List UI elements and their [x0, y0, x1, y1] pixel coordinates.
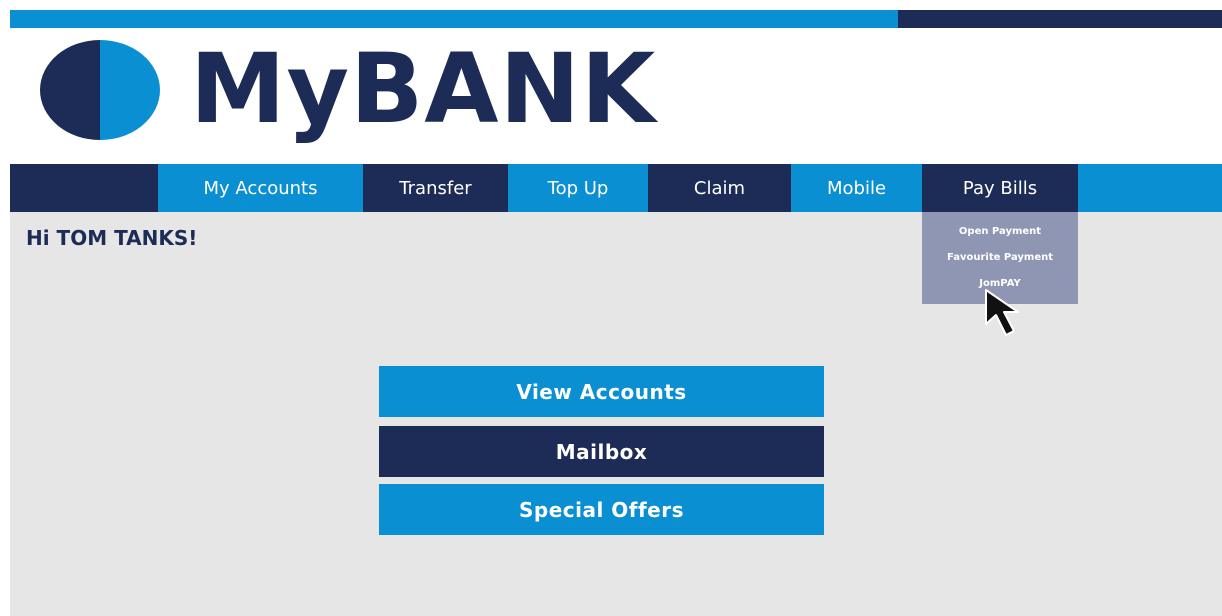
menu-item-open-payment[interactable]: Open Payment	[922, 226, 1078, 237]
menu-item-favourite-payment[interactable]: Favourite Payment	[922, 252, 1078, 263]
bank-logo[interactable]: MyBANK	[40, 34, 655, 144]
greeting-text: Hi TOM TANKS!	[26, 226, 198, 250]
mailbox-button[interactable]: Mailbox	[379, 426, 824, 477]
nav-mobile[interactable]: Mobile	[791, 164, 922, 212]
nav-my-accounts[interactable]: My Accounts	[158, 164, 363, 212]
view-accounts-button[interactable]: View Accounts	[379, 366, 824, 417]
half-circle-logo-icon	[40, 40, 160, 140]
nav-top-up[interactable]: Top Up	[508, 164, 648, 212]
mouse-cursor-icon	[985, 289, 1019, 336]
header-accent-bar	[10, 10, 898, 28]
nav-spacer	[10, 164, 158, 212]
nav-pay-bills[interactable]: Pay Bills	[922, 164, 1078, 212]
nav-claim[interactable]: Claim	[648, 164, 791, 212]
main-navbar: My Accounts Transfer Top Up Claim Mobile…	[10, 164, 1222, 212]
logo-text: MyBANK	[190, 33, 657, 145]
special-offers-button[interactable]: Special Offers	[379, 484, 824, 535]
nav-transfer[interactable]: Transfer	[363, 164, 508, 212]
header-accent-bar-dark	[898, 10, 1222, 28]
